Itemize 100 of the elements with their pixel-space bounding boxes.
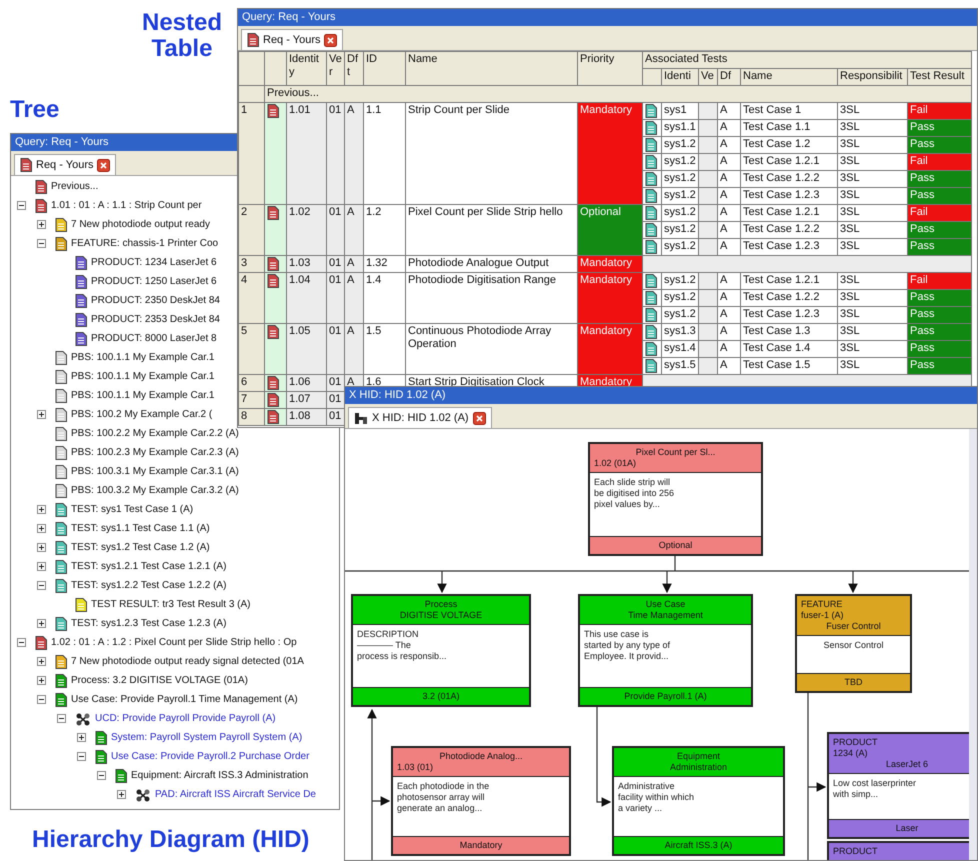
expand-icon[interactable] — [37, 410, 46, 419]
node-id: 1.02 (01A) — [594, 458, 638, 469]
collapse-icon[interactable] — [37, 239, 46, 248]
tree-item[interactable]: UCD: Provide Payroll Provide Payroll (A) — [57, 709, 276, 728]
diagram-node[interactable]: PRODUCT — [827, 841, 969, 860]
tree-item[interactable]: Equipment: Aircraft ISS.3 Administration — [97, 766, 308, 785]
tree-item[interactable]: PBS: 100.2.2 My Example Car.2.2 (A) — [37, 424, 239, 443]
tree-item[interactable]: System: Payroll System Payroll System (A) — [77, 728, 302, 747]
document-icon — [267, 410, 279, 424]
close-icon[interactable] — [472, 412, 486, 424]
table-cell: A — [718, 204, 740, 222]
table-cell: Test Case 1 — [740, 102, 838, 120]
expand-icon[interactable] — [117, 790, 126, 799]
test-document-icon — [645, 189, 657, 203]
expand-icon[interactable] — [37, 657, 46, 666]
table-cell: Test Case 1.4 — [740, 340, 838, 358]
tree-item[interactable]: Use Case: Provide Payroll.2 Purchase Order — [77, 747, 310, 766]
table-cell: 1.2 — [364, 204, 406, 256]
node-title: Photodiode Analog... — [438, 751, 524, 762]
table-cell: 01 — [326, 272, 344, 324]
tree-item[interactable]: PBS: 100.2.3 My Example Car.2.3 (A) — [37, 443, 239, 462]
tree-item[interactable]: 1.02 : 01 : A : 1.2 : Pixel Count per Slide Strip hello : Op — [17, 633, 297, 652]
close-icon[interactable] — [97, 158, 110, 172]
table-cell: Test Case 1.2.1 — [740, 204, 838, 222]
tree-item[interactable]: PBS: 100.3.1 My Example Car.3.1 (A) — [37, 462, 239, 481]
diagram-node[interactable]: Process DIGITISE VOLTAGE DESCRIPTION ———— The process is responsib... 3.2 (01A) — [351, 594, 531, 707]
column-header: Identity — [286, 52, 326, 86]
tree-item[interactable]: 7 New photodiode output ready signal detected (01A — [37, 652, 304, 671]
tree-item[interactable]: PRODUCT: 2350 DeskJet 84 — [57, 291, 220, 310]
diagram-node[interactable]: FEATURE fuser-1 (A) Fuser Control Sensor Control TBD — [795, 594, 912, 693]
test-document-icon — [645, 342, 657, 356]
tree-item[interactable]: PBS: 100.1.1 My Example Car.1 — [37, 348, 214, 367]
collapse-icon[interactable] — [57, 714, 66, 723]
test-document-icon — [645, 206, 657, 220]
table-cell: 3SL — [838, 290, 908, 306]
expand-icon[interactable] — [37, 619, 46, 628]
tree-item[interactable]: FEATURE: chassis-1 Printer Coo — [37, 234, 218, 253]
column-header: Dft — [344, 52, 364, 86]
tree-item[interactable]: Previous... — [17, 177, 98, 196]
tree-item[interactable]: PBS: 100.3.2 My Example Car.3.2 (A) — [37, 481, 239, 500]
node-id: 1234 (A) — [833, 748, 869, 759]
table-cell: 3SL — [838, 188, 908, 204]
column-header: Df — [718, 68, 740, 86]
tree-item[interactable]: PAD: Aircraft ISS Aircraft Service De — [117, 785, 316, 804]
diagram-node[interactable]: Equipment Administration Administrative facility within which a variety ... Aircraft ISS.3 (A) — [612, 746, 785, 856]
collapse-icon[interactable] — [17, 201, 26, 210]
diagram-node[interactable]: Photodiode Analog... 1.03 (01) Each photodiode in the photosensor array will generate an analog... Mandatory — [391, 746, 571, 856]
collapse-icon[interactable] — [17, 638, 26, 647]
tab[interactable]: Req - Yours — [14, 154, 116, 175]
tree-item[interactable]: TEST: sys1.2.2 Test Case 1.2.2 (A) — [37, 576, 226, 595]
collapse-icon[interactable] — [37, 581, 46, 590]
expand-icon[interactable] — [37, 524, 46, 533]
table-cell: Continuous Photodiode Array Operation — [406, 324, 578, 374]
table-cell: Test Case 1.1 — [740, 120, 838, 136]
tree-item[interactable]: PBS: 100.2 My Example Car.2 ( — [37, 405, 212, 424]
tree-item[interactable]: TEST: sys1.1 Test Case 1.1 (A) — [37, 519, 210, 538]
tree-item[interactable]: Process: 3.2 DIGITISE VOLTAGE (01A) — [37, 671, 248, 690]
test-result-cell: Pass — [908, 188, 972, 204]
tab[interactable]: Req - Yours — [241, 29, 344, 50]
diagram-node[interactable]: Use Case Time Management This use case is started by any type of Employee. It provid... Provide Payroll.1 (A) — [578, 594, 753, 707]
collapse-icon[interactable] — [37, 695, 46, 704]
tree-item[interactable]: PBS: 100.1.1 My Example Car.1 — [37, 367, 214, 386]
table-cell: A — [718, 188, 740, 204]
close-icon[interactable] — [324, 34, 338, 46]
tree-item[interactable]: PRODUCT: 1250 LaserJet 6 — [57, 272, 217, 291]
tree-item[interactable]: TEST RESULT: tr3 Test Result 3 (A) — [57, 595, 250, 614]
diagram-node[interactable]: PRODUCT 1234 (A) LaserJet 6 Low cost laserprinter with simp... Laser — [827, 732, 969, 839]
tree-item[interactable]: TEST: sys1.2.1 Test Case 1.2.1 (A) — [37, 557, 226, 576]
test-document-icon — [645, 121, 657, 135]
tab[interactable]: X HID: HID 1.02 (A) — [348, 407, 492, 428]
column-header: Priority — [578, 52, 642, 86]
tree-item[interactable]: TEST: sys1 Test Case 1 (A) — [37, 500, 194, 519]
expand-icon[interactable] — [37, 505, 46, 514]
column-header: Identi — [662, 68, 698, 86]
tree-item[interactable]: PRODUCT: 8000 LaserJet 8 — [57, 329, 217, 348]
table-cell: A — [718, 120, 740, 136]
heading: Hierarchy Diagram (HID) — [32, 827, 310, 854]
expand-icon[interactable] — [77, 733, 86, 742]
tree-item[interactable]: PRODUCT: 1234 LaserJet 6 — [57, 253, 217, 272]
expand-icon[interactable] — [37, 676, 46, 685]
collapse-icon[interactable] — [97, 771, 106, 780]
tree-item[interactable]: 1.01 : 01 : A : 1.1 : Strip Count per — [17, 196, 202, 215]
node-description: Administrative facility within which a variety ... — [614, 777, 783, 836]
table-cell: A — [344, 324, 364, 374]
collapse-icon[interactable] — [77, 752, 86, 761]
expand-icon[interactable] — [37, 543, 46, 552]
test-result-cell: Pass — [908, 358, 972, 374]
tree-item[interactable]: PRODUCT: 2353 DeskJet 84 — [57, 310, 220, 329]
tree-item[interactable]: TEST: sys1.2 Test Case 1.2 (A) — [37, 538, 210, 557]
test-result-cell: Pass — [908, 120, 972, 136]
tree-item[interactable]: PBS: 100.1.1 My Example Car.1 — [37, 386, 214, 405]
expand-icon[interactable] — [37, 562, 46, 571]
tree-item[interactable]: Use Case: Provide Payroll.1 Time Management (A) — [37, 690, 298, 709]
tree-item[interactable]: TEST: sys1.2.3 Test Case 1.2.3 (A) — [37, 614, 226, 633]
table-cell: 1.08 — [286, 408, 326, 426]
tree-item[interactable]: 7 New photodiode output ready — [37, 215, 210, 234]
expand-icon[interactable] — [37, 220, 46, 229]
diagram-node[interactable]: Pixel Count per Sl... 1.02 (01A) Each slide strip will be digitised into 256 pixel values by... Optional — [588, 442, 763, 556]
table-cell[interactable]: Previous... — [264, 86, 972, 102]
table-cell: A — [718, 324, 740, 340]
